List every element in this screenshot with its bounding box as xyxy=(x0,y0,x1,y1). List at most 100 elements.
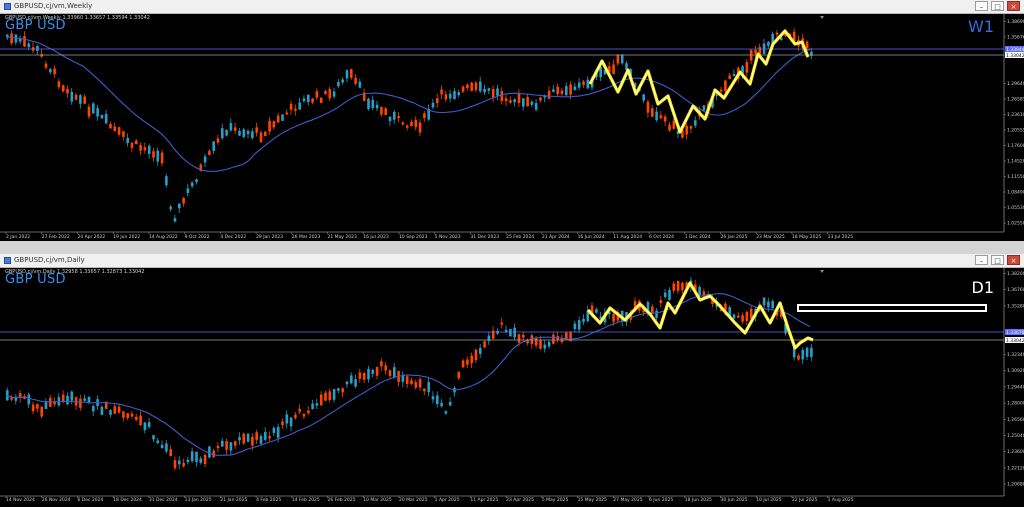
bearish-candle xyxy=(61,84,65,93)
bearish-candle xyxy=(307,406,310,416)
bullish-candle xyxy=(195,451,198,467)
close-button[interactable]: × xyxy=(1007,1,1020,11)
bullish-candle xyxy=(178,455,181,470)
bearish-candle xyxy=(410,377,413,386)
bullish-candle xyxy=(431,98,435,110)
bearish-candle xyxy=(122,131,125,141)
moving-average-line xyxy=(5,293,811,456)
candle-body xyxy=(74,94,78,100)
bullish-candle xyxy=(448,89,452,103)
bearish-candle xyxy=(470,81,473,92)
candle-body xyxy=(659,300,663,304)
bullish-candle xyxy=(487,331,491,345)
candle-body xyxy=(461,360,465,368)
bullish-candle xyxy=(221,123,224,141)
bearish-candle xyxy=(414,116,418,131)
candle-body xyxy=(414,119,418,127)
candle-body xyxy=(315,91,319,98)
weekly-chart-window[interactable]: GBPUSD,cj/vm,Weekly – □ × GBPUSD,cj/vm,W… xyxy=(0,0,1024,241)
candle-body xyxy=(418,122,422,133)
bearish-candle xyxy=(745,59,749,77)
candle-body xyxy=(737,315,740,318)
candle-body xyxy=(319,394,323,406)
bullish-candle xyxy=(530,100,534,107)
bullish-candle xyxy=(332,389,336,403)
bearish-candle xyxy=(384,362,387,375)
candle-body xyxy=(83,96,86,104)
close-button[interactable]: × xyxy=(1007,255,1020,265)
minimize-button[interactable]: – xyxy=(975,1,988,11)
x-tick-label: 9 Oct 2022 xyxy=(185,234,210,240)
bearish-candle xyxy=(31,42,35,53)
candle-body xyxy=(728,75,731,79)
bullish-candle xyxy=(246,433,250,443)
bearish-candle xyxy=(491,326,495,340)
weekly-plot-area[interactable]: GBPUSD,cj/vm,Weekly 1.33960 1.33657 1.33… xyxy=(0,14,1024,241)
candle-body xyxy=(595,309,598,313)
bullish-candle xyxy=(229,118,233,132)
candle-body xyxy=(479,81,482,92)
candle-body xyxy=(268,120,271,132)
bearish-candle xyxy=(324,390,327,402)
bullish-candle xyxy=(427,378,430,397)
candle-body xyxy=(233,441,237,446)
candle-body xyxy=(573,86,577,91)
candle-body xyxy=(732,314,736,319)
candle-body xyxy=(565,86,568,96)
bullish-candle xyxy=(457,89,461,98)
candle-body xyxy=(423,388,426,392)
candle-body xyxy=(92,103,95,114)
candle-body xyxy=(345,381,349,385)
candle-body xyxy=(70,91,74,102)
candle-body xyxy=(268,436,271,439)
candle-body xyxy=(229,442,233,451)
bullish-candle xyxy=(487,87,491,94)
bearish-candle xyxy=(302,413,306,420)
bearish-candle xyxy=(40,406,43,419)
daily-chart-window[interactable]: GBPUSD,cj/vm,Daily – □ × GBPUSD,cj/vm,Da… xyxy=(0,254,1024,507)
bearish-candle xyxy=(122,411,125,422)
bullish-candle xyxy=(436,391,439,408)
candle-body xyxy=(436,395,439,404)
candle-body xyxy=(672,283,676,291)
bearish-candle xyxy=(362,371,366,383)
bullish-candle xyxy=(156,147,160,166)
candle-body xyxy=(289,103,293,110)
x-tick-label: 26 Feb 2025 xyxy=(328,497,356,503)
bearish-candle xyxy=(289,100,293,115)
chart-shift-marker xyxy=(820,270,824,273)
bullish-candle xyxy=(810,343,813,362)
x-tick-label: 18 Jun 2025 xyxy=(685,497,712,503)
y-tick-label: 1.17600 xyxy=(1007,143,1024,149)
minimize-button[interactable]: – xyxy=(975,255,988,265)
bearish-candle xyxy=(350,68,353,80)
candle-body xyxy=(332,389,336,400)
x-tick-label: 10 Mar 2025 xyxy=(363,497,392,503)
y-tick-label: 1.22120 xyxy=(1007,465,1024,471)
maximize-button[interactable]: □ xyxy=(991,1,1004,11)
bullish-candle xyxy=(668,287,671,301)
bullish-candle xyxy=(178,203,181,214)
bullish-candle xyxy=(44,398,48,409)
bullish-candle xyxy=(655,107,658,122)
bearish-candle xyxy=(208,148,211,155)
maximize-button[interactable]: □ xyxy=(991,255,1004,265)
candle-body xyxy=(319,97,323,103)
candle-body xyxy=(195,451,198,462)
bearish-candle xyxy=(169,445,172,457)
daily-plot-area[interactable]: GBPUSD,cj/vm,Daily 1.32958 1.33657 1.328… xyxy=(0,268,1024,507)
x-tick-label: 5 May 2025 xyxy=(542,497,569,503)
candle-body xyxy=(483,341,486,348)
candle-body xyxy=(298,102,301,110)
y-tick-label: 1.02550 xyxy=(1007,221,1024,227)
weekly-titlebar[interactable]: GBPUSD,cj/vm,Weekly – □ × xyxy=(0,0,1024,14)
bullish-candle xyxy=(242,127,246,139)
bullish-candle xyxy=(345,381,349,388)
x-tick-label: 24 Apr 2022 xyxy=(77,234,105,240)
bearish-candle xyxy=(66,85,69,98)
candle-body xyxy=(178,203,181,209)
daily-titlebar[interactable]: GBPUSD,cj/vm,Daily – □ × xyxy=(0,254,1024,268)
bearish-candle xyxy=(203,453,207,468)
bullish-candle xyxy=(96,104,99,121)
candle-body xyxy=(255,127,258,133)
